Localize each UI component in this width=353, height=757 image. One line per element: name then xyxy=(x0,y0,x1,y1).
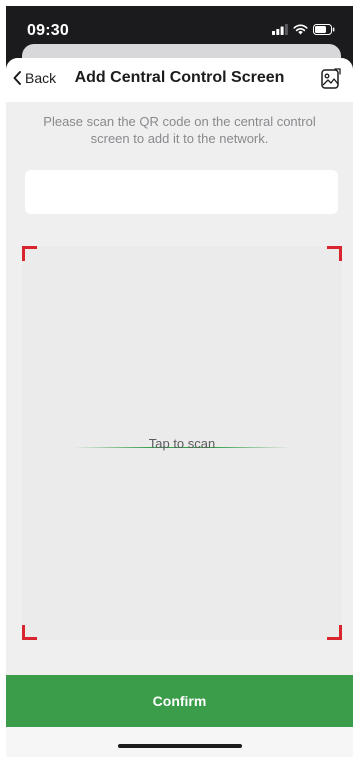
cellular-signal-icon xyxy=(272,24,288,35)
scan-frame-corner-bottom-left xyxy=(22,625,37,640)
status-time: 09:30 xyxy=(27,22,69,39)
home-indicator-area xyxy=(6,727,353,757)
instruction-text: Please scan the QR code on the central c… xyxy=(43,114,316,146)
status-icons xyxy=(272,24,335,35)
tap-to-scan-label: Tap to scan xyxy=(148,436,216,451)
photo-album-icon xyxy=(321,68,341,89)
home-indicator xyxy=(118,744,242,748)
device-code-input[interactable] xyxy=(25,170,338,214)
photo-album-button[interactable] xyxy=(321,68,341,95)
scan-frame-corner-bottom-right xyxy=(327,625,342,640)
qr-scan-area[interactable]: Tap to scan xyxy=(22,246,342,640)
page-title: Add Central Control Screen xyxy=(74,69,285,86)
battery-icon xyxy=(313,24,335,35)
navigation-bar: Back Add Central Control Screen xyxy=(6,58,353,102)
scan-frame-corner-top-left xyxy=(22,246,37,261)
wifi-icon xyxy=(293,24,308,35)
confirm-button[interactable]: Confirm xyxy=(6,675,353,727)
modal-sheet: Back Add Central Control Screen Please s… xyxy=(6,58,353,757)
scan-frame-corner-top-right xyxy=(327,246,342,261)
status-bar: 09:30 xyxy=(6,6,353,46)
